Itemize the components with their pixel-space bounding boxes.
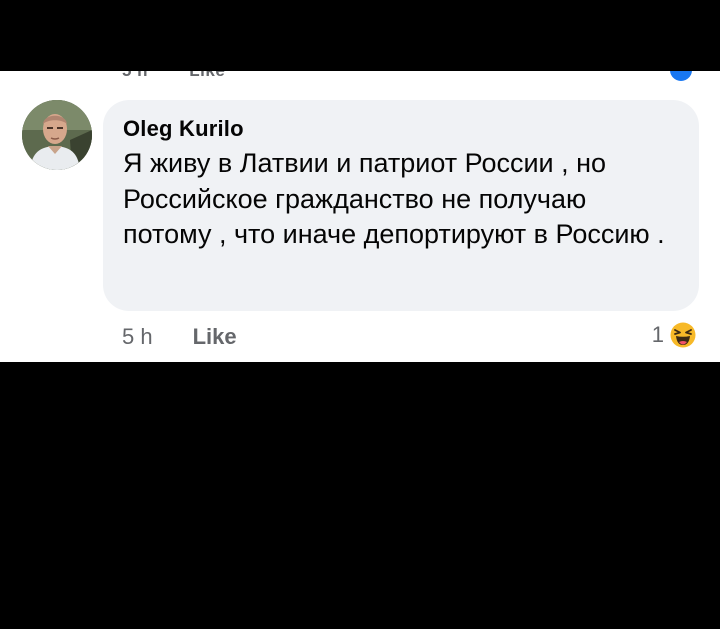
comment-actions: 5 h Like: [122, 323, 237, 351]
haha-emoji-icon: [669, 321, 697, 349]
comment-text: Я живу в Латвии и патриот России , но Ро…: [123, 148, 665, 249]
comment-author[interactable]: Oleg Kurilo: [123, 116, 679, 142]
avatar-photo: [22, 100, 92, 170]
comment-bubble: Oleg Kurilo Я живу в Латвии и патриот Ро…: [103, 100, 699, 311]
like-icon[interactable]: [668, 71, 694, 83]
reaction-count: 1: [651, 322, 664, 347]
previous-comment-like-button[interactable]: Like: [189, 71, 225, 80]
avatar[interactable]: [22, 100, 92, 170]
comment-time[interactable]: 5 h: [122, 324, 153, 350]
like-button[interactable]: Like: [193, 324, 237, 350]
previous-comment-time[interactable]: 5 h: [122, 71, 148, 80]
screenshot: { "previous_comment": { "time": "5 h", "…: [0, 0, 720, 629]
previous-comment-actions: 5 h Like: [122, 71, 225, 80]
reaction-summary[interactable]: 1: [652, 319, 698, 351]
comment-panel: 5 h Like Oleg Kurilo Я живу в Латвии и п…: [0, 71, 720, 362]
